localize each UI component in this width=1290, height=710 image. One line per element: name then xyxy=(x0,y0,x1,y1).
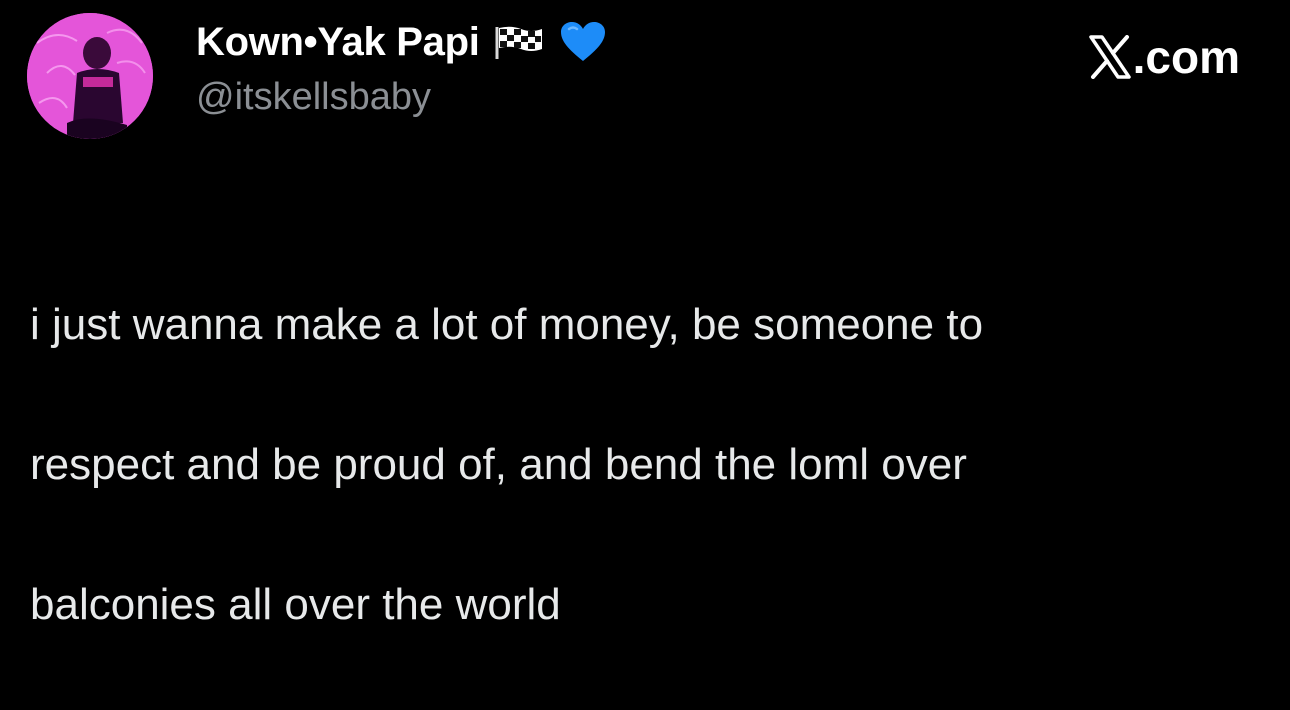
chequered-flag-icon xyxy=(494,25,544,59)
blue-heart-icon xyxy=(560,21,606,63)
display-name[interactable]: Kown•Yak Papi xyxy=(196,20,480,65)
x-logo-icon xyxy=(1088,35,1131,79)
brand-text: .com xyxy=(1132,31,1240,83)
avatar-photo xyxy=(27,13,153,139)
tweet-text: i just wanna make a lot of money, be som… xyxy=(30,220,1250,710)
tweet-text-line: balconies all over the world xyxy=(30,580,561,629)
tweet-text-line: i just wanna make a lot of money, be som… xyxy=(30,300,984,349)
handle[interactable]: @itskellsbaby xyxy=(196,76,431,119)
tweet-text-line: respect and be proud of, and bend the lo… xyxy=(30,440,967,489)
author-row: Kown•Yak Papi xyxy=(196,14,606,70)
x-com-watermark: .com xyxy=(1088,30,1240,84)
tweet-card: Kown•Yak Papi @itskellsbaby .com i just … xyxy=(0,0,1290,629)
avatar[interactable] xyxy=(27,13,153,139)
